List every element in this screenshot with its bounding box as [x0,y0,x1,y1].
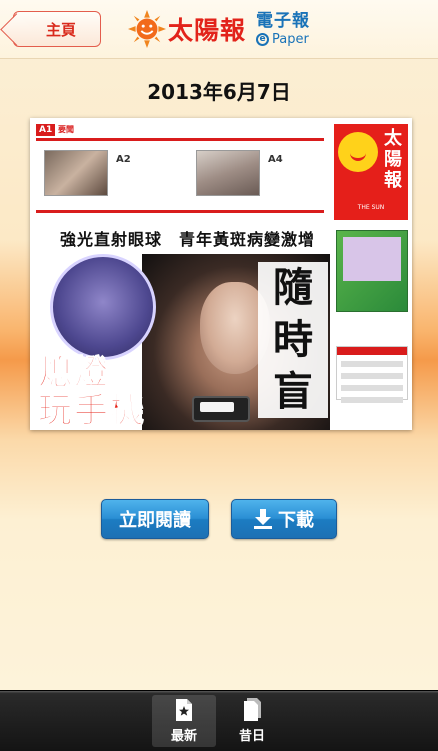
cover-cartoon [50,254,156,360]
tab-latest[interactable]: 最新 [152,695,216,747]
newspaper-cover[interactable]: A1 要聞 A2 A4 強光直射眼球 青年黃斑病變激增 隨時盲 熄燈 玩手機 太陽… [30,118,412,430]
cover-photo-phone [192,396,250,422]
home-back-label: 主頁 [45,20,76,39]
cover-headline-left-line: 熄燈 [38,353,110,393]
cover-headline-left-text: 熄燈 玩手機 [38,353,146,431]
sun-logo: 太陽報 電子報 e Paper [128,6,310,52]
home-back-button[interactable]: 主頁 [13,11,101,47]
side-table-row [341,361,403,367]
cover-headline-right: 隨時盲 [258,262,328,418]
read-now-label: 立即閱讀 [119,510,191,531]
star-document-icon [176,699,192,721]
app-header: 主頁 太陽報 電子報 e Paper [0,0,438,59]
cover-side-promo [336,230,408,312]
strip-bottom-rule [36,210,324,213]
masthead-title: 太陽報 [384,128,402,191]
tab-past[interactable]: 昔日 [220,695,284,747]
cover-headline-left: 熄燈 玩手機 [38,353,146,431]
strip-top-rule [36,138,324,141]
masthead-sun-icon [338,132,378,172]
side-table-row [341,397,403,403]
section-tag: A1 [36,124,56,136]
epaper-subtitle: e Paper [256,31,309,47]
section-label: 要聞 [58,125,74,134]
side-promo-image [343,237,401,281]
download-icon [254,509,272,529]
story-a2-thumbnail [44,150,108,196]
cover-headline-left-line: 玩手機 [38,391,146,431]
document-stack-icon [244,698,261,721]
story-a2-label: A2 [116,154,131,165]
cover-side-table [336,346,408,403]
bottom-tab-bar: 最新 昔日 [0,690,438,751]
masthead-en: THE SUN [357,204,385,211]
side-table-header [337,347,407,355]
download-label: 下載 [278,510,314,531]
sun-logo-icon [128,10,166,48]
tab-past-label: 昔日 [238,729,265,744]
logo-wordmark: 太陽報 [168,16,247,45]
side-table-row [341,385,403,391]
issue-date: 2013年6月7日 [147,80,291,104]
epaper-en-label: Paper [272,31,309,47]
story-a4-label: A4 [268,154,283,165]
cover-top-strip: A1 要聞 A2 A4 [36,124,324,216]
epaper-badge: 電子報 e Paper [256,10,311,47]
read-now-button[interactable]: 立即閱讀 [101,499,209,539]
tab-latest-label: 最新 [170,729,197,744]
cover-subheadline: 強光直射眼球 青年黃斑病變激增 [60,230,316,249]
epaper-title: 電子報 [256,10,311,31]
side-table-row [341,373,403,379]
cover-masthead: 太陽報 THE SUN [334,124,408,220]
e-circle-icon: e [256,32,270,46]
story-a4-thumbnail [196,150,260,196]
download-button[interactable]: 下載 [231,499,337,539]
